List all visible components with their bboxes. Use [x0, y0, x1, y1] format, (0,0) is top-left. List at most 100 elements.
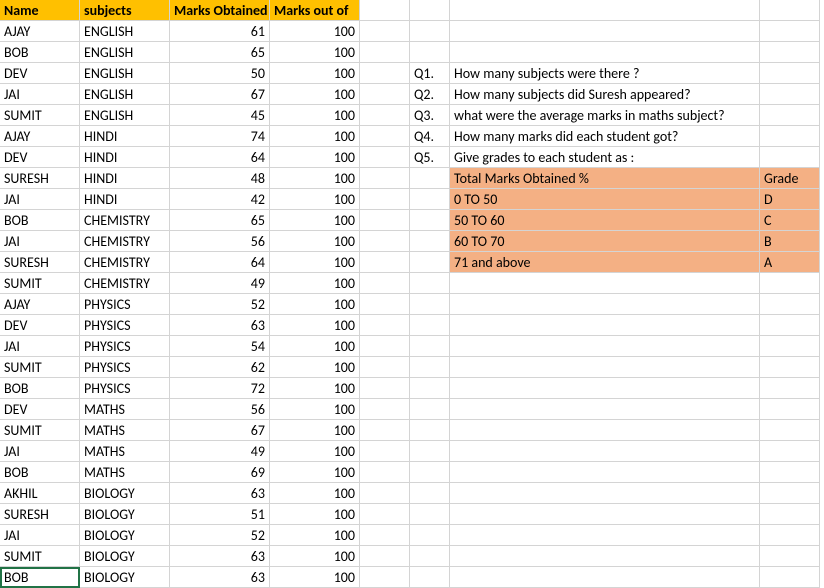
cell-subject[interactable]: ENGLISH	[80, 63, 170, 84]
cell-marks[interactable]: 61	[170, 21, 270, 42]
cell-name[interactable]: BOB	[0, 210, 80, 231]
empty-cell[interactable]	[760, 441, 820, 462]
cell-marks[interactable]: 63	[170, 567, 270, 588]
empty-cell[interactable]	[410, 567, 450, 588]
header-subjects[interactable]: subjects	[80, 0, 170, 21]
empty-cell[interactable]	[360, 567, 410, 588]
cell-outof[interactable]: 100	[270, 105, 360, 126]
cell-name[interactable]: SUMIT	[0, 546, 80, 567]
empty-cell[interactable]	[360, 63, 410, 84]
empty-cell[interactable]	[360, 147, 410, 168]
empty-cell[interactable]	[450, 504, 760, 525]
empty-cell[interactable]	[410, 0, 450, 21]
cell-subject[interactable]: BIOLOGY	[80, 483, 170, 504]
cell-outof[interactable]: 100	[270, 63, 360, 84]
cell-subject[interactable]: HINDI	[80, 126, 170, 147]
cell-name[interactable]: JAI	[0, 84, 80, 105]
cell-name[interactable]: JAI	[0, 336, 80, 357]
cell-marks[interactable]: 42	[170, 189, 270, 210]
grade-range[interactable]: 60 TO 70	[450, 231, 760, 252]
cell-name[interactable]: SURESH	[0, 168, 80, 189]
empty-cell[interactable]	[760, 147, 820, 168]
cell-outof[interactable]: 100	[270, 21, 360, 42]
cell-name[interactable]: BOB	[0, 462, 80, 483]
empty-cell[interactable]	[360, 21, 410, 42]
cell-subject[interactable]: ENGLISH	[80, 105, 170, 126]
cell-outof[interactable]: 100	[270, 273, 360, 294]
empty-cell[interactable]	[360, 189, 410, 210]
empty-cell[interactable]	[360, 168, 410, 189]
empty-cell[interactable]	[760, 294, 820, 315]
empty-cell[interactable]	[360, 273, 410, 294]
empty-cell[interactable]	[760, 105, 820, 126]
empty-cell[interactable]	[760, 84, 820, 105]
empty-cell[interactable]	[360, 504, 410, 525]
cell-marks[interactable]: 64	[170, 252, 270, 273]
cell-subject[interactable]: CHEMISTRY	[80, 210, 170, 231]
cell-name[interactable]: JAI	[0, 441, 80, 462]
empty-cell[interactable]	[450, 525, 760, 546]
cell-marks[interactable]: 54	[170, 336, 270, 357]
cell-outof[interactable]: 100	[270, 126, 360, 147]
empty-cell[interactable]	[410, 252, 450, 273]
empty-cell[interactable]	[360, 357, 410, 378]
cell-outof[interactable]: 100	[270, 462, 360, 483]
cell-marks[interactable]: 50	[170, 63, 270, 84]
question-label[interactable]: Q4.	[410, 126, 450, 147]
empty-cell[interactable]	[760, 546, 820, 567]
grade-range[interactable]: 71 and above	[450, 252, 760, 273]
empty-cell[interactable]	[410, 378, 450, 399]
empty-cell[interactable]	[450, 273, 760, 294]
empty-cell[interactable]	[360, 42, 410, 63]
empty-cell[interactable]	[760, 525, 820, 546]
question-label[interactable]: Q3.	[410, 105, 450, 126]
empty-cell[interactable]	[360, 105, 410, 126]
empty-cell[interactable]	[360, 315, 410, 336]
empty-cell[interactable]	[760, 378, 820, 399]
cell-name[interactable]: BOB	[0, 567, 80, 588]
cell-outof[interactable]: 100	[270, 189, 360, 210]
cell-name[interactable]: AKHIL	[0, 483, 80, 504]
cell-marks[interactable]: 56	[170, 231, 270, 252]
empty-cell[interactable]	[760, 357, 820, 378]
empty-cell[interactable]	[410, 357, 450, 378]
cell-subject[interactable]: PHYSICS	[80, 294, 170, 315]
cell-name[interactable]: AJAY	[0, 294, 80, 315]
cell-outof[interactable]: 100	[270, 294, 360, 315]
cell-outof[interactable]: 100	[270, 399, 360, 420]
cell-subject[interactable]: BIOLOGY	[80, 567, 170, 588]
cell-name[interactable]: SUMIT	[0, 420, 80, 441]
cell-subject[interactable]: MATHS	[80, 420, 170, 441]
cell-marks[interactable]: 63	[170, 315, 270, 336]
cell-outof[interactable]: 100	[270, 42, 360, 63]
cell-marks[interactable]: 72	[170, 378, 270, 399]
empty-cell[interactable]	[410, 168, 450, 189]
empty-cell[interactable]	[360, 441, 410, 462]
empty-cell[interactable]	[410, 546, 450, 567]
empty-cell[interactable]	[360, 546, 410, 567]
cell-subject[interactable]: ENGLISH	[80, 42, 170, 63]
cell-subject[interactable]: CHEMISTRY	[80, 252, 170, 273]
empty-cell[interactable]	[450, 21, 760, 42]
empty-cell[interactable]	[360, 210, 410, 231]
empty-cell[interactable]	[760, 504, 820, 525]
cell-name[interactable]: SUMIT	[0, 357, 80, 378]
cell-subject[interactable]: PHYSICS	[80, 357, 170, 378]
empty-cell[interactable]	[360, 294, 410, 315]
cell-outof[interactable]: 100	[270, 147, 360, 168]
empty-cell[interactable]	[450, 42, 760, 63]
empty-cell[interactable]	[450, 483, 760, 504]
cell-marks[interactable]: 64	[170, 147, 270, 168]
cell-marks[interactable]: 45	[170, 105, 270, 126]
cell-name[interactable]: BOB	[0, 42, 80, 63]
empty-cell[interactable]	[450, 294, 760, 315]
empty-cell[interactable]	[410, 210, 450, 231]
cell-marks[interactable]: 63	[170, 483, 270, 504]
empty-cell[interactable]	[410, 42, 450, 63]
cell-name[interactable]: DEV	[0, 63, 80, 84]
cell-marks[interactable]: 48	[170, 168, 270, 189]
empty-cell[interactable]	[360, 231, 410, 252]
empty-cell[interactable]	[410, 273, 450, 294]
question-label[interactable]: Q2.	[410, 84, 450, 105]
empty-cell[interactable]	[760, 126, 820, 147]
